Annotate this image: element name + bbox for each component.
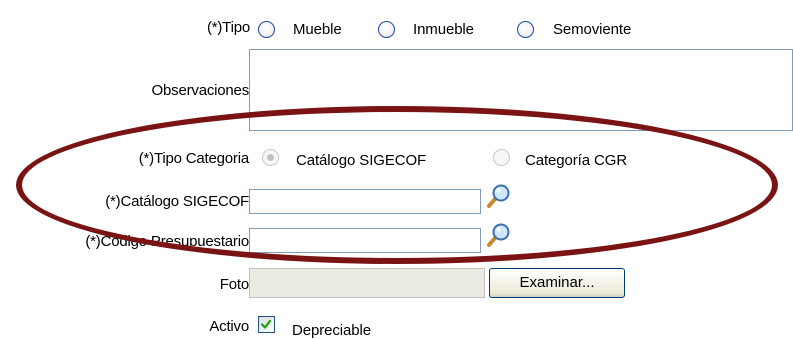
categoria-cgr-option-label: Categoría CGR	[525, 152, 628, 169]
catalogo-sigecof-label: (*)Catálogo SIGECOF	[105, 193, 249, 210]
observaciones-textarea[interactable]	[249, 49, 793, 131]
categoria-cgr-radio[interactable]	[493, 149, 510, 166]
tipo-inmueble-label: Inmueble	[413, 21, 474, 38]
catalogo-sigecof-input[interactable]	[249, 189, 481, 214]
foto-label: Foto	[219, 276, 249, 293]
magnifier-icon[interactable]	[486, 183, 512, 209]
activo-label: Activo	[209, 318, 249, 335]
tipo-mueble-label: Mueble	[293, 21, 342, 38]
tipo-inmueble-radio[interactable]	[378, 21, 395, 38]
depreciable-checkbox[interactable]	[258, 316, 275, 333]
magnifier-icon[interactable]	[486, 222, 512, 248]
catalogo-sigecof-radio[interactable]	[262, 149, 279, 166]
tipo-categoria-label: (*)Tipo Categoria	[138, 150, 249, 167]
observaciones-label: Observaciones	[151, 82, 250, 99]
catalogo-sigecof-option-label: Catálogo SIGECOF	[296, 152, 427, 169]
foto-file-input[interactable]	[249, 268, 485, 298]
tipo-semoviente-radio[interactable]	[517, 21, 534, 38]
codigo-presupuestario-input[interactable]	[249, 228, 481, 253]
examinar-button[interactable]: Examinar...	[489, 268, 625, 298]
tipo-mueble-radio[interactable]	[258, 21, 275, 38]
codigo-presupuestario-label: (*)Código Presupuestario	[85, 233, 249, 250]
checkmark-icon	[260, 319, 272, 329]
depreciable-label: Depreciable	[292, 322, 371, 339]
tipo-label: (*)Tipo	[206, 19, 250, 36]
tipo-semoviente-label: Semoviente	[553, 21, 632, 38]
